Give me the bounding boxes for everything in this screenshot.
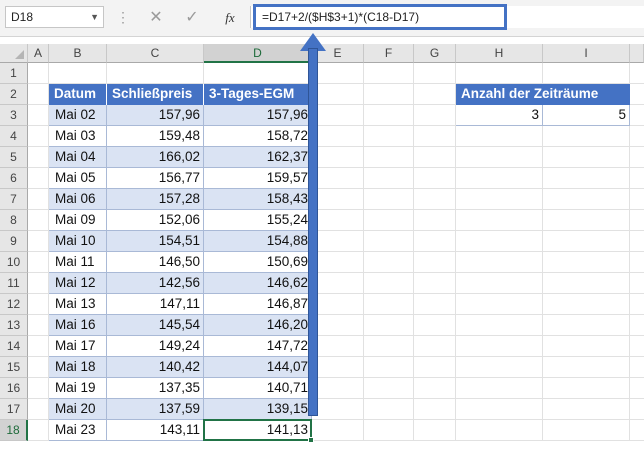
table-header-schliesspreis[interactable]: Schließpreis bbox=[107, 84, 204, 105]
table-cell[interactable]: Mai 17 bbox=[49, 336, 107, 357]
enter-icon[interactable]: ✓ bbox=[182, 8, 202, 28]
table-cell[interactable]: 142,56 bbox=[107, 273, 204, 294]
row-header-11[interactable]: 11 bbox=[0, 273, 28, 294]
table-cell[interactable]: 156,77 bbox=[107, 168, 204, 189]
formula-highlight-box bbox=[253, 4, 507, 30]
drag-handle-icon[interactable]: ⋮ bbox=[116, 8, 130, 26]
table-cell[interactable]: Mai 18 bbox=[49, 357, 107, 378]
table-cell[interactable]: Mai 04 bbox=[49, 147, 107, 168]
formula-bar: D18 ▼ ⋮ ✕ ✓ fx =D17+2/($H$3+1)*(C18-D17) bbox=[0, 0, 644, 37]
row-header-2[interactable]: 2 bbox=[0, 84, 28, 105]
table-cell[interactable]: 147,11 bbox=[107, 294, 204, 315]
row-header-12[interactable]: 12 bbox=[0, 294, 28, 315]
table-cell[interactable]: Mai 11 bbox=[49, 252, 107, 273]
row-header-4[interactable]: 4 bbox=[0, 126, 28, 147]
column-header-f[interactable]: F bbox=[364, 44, 414, 63]
cancel-icon[interactable]: ✕ bbox=[146, 8, 166, 28]
gridline-column bbox=[413, 63, 414, 441]
table-cell[interactable]: 146,20 bbox=[204, 315, 312, 336]
selected-cell-outline[interactable] bbox=[203, 419, 312, 441]
table-cell[interactable]: 152,06 bbox=[107, 210, 204, 231]
column-header-i[interactable]: I bbox=[543, 44, 630, 63]
row-header-9[interactable]: 9 bbox=[0, 231, 28, 252]
table-cell[interactable]: 139,15 bbox=[204, 399, 312, 420]
table-cell[interactable]: 144,07 bbox=[204, 357, 312, 378]
row-header-16[interactable]: 16 bbox=[0, 378, 28, 399]
periods-cell-h3[interactable]: 3 bbox=[456, 105, 543, 126]
column-header-g[interactable]: G bbox=[414, 44, 456, 63]
table-cell[interactable]: 157,96 bbox=[107, 105, 204, 126]
chevron-down-icon[interactable]: ▼ bbox=[90, 7, 99, 27]
row-header-13[interactable]: 13 bbox=[0, 315, 28, 336]
table-cell[interactable]: 146,87 bbox=[204, 294, 312, 315]
table-cell[interactable]: Mai 09 bbox=[49, 210, 107, 231]
name-box[interactable]: D18 ▼ bbox=[5, 6, 104, 28]
table-cell[interactable]: 149,24 bbox=[107, 336, 204, 357]
table-cell[interactable]: 137,35 bbox=[107, 378, 204, 399]
gridline-column bbox=[363, 63, 364, 441]
periods-cell-i3[interactable]: 5 bbox=[543, 105, 630, 126]
table-header-ema[interactable]: 3-Tages-EGM bbox=[204, 84, 312, 105]
table-cell[interactable]: 159,57 bbox=[204, 168, 312, 189]
row-header-6[interactable]: 6 bbox=[0, 168, 28, 189]
column-header-d[interactable]: D bbox=[204, 44, 312, 63]
name-box-value: D18 bbox=[11, 10, 34, 24]
table-cell[interactable]: 154,51 bbox=[107, 231, 204, 252]
row-header-18[interactable]: 18 bbox=[0, 420, 28, 441]
table-cell[interactable]: 150,69 bbox=[204, 252, 312, 273]
row-header-7[interactable]: 7 bbox=[0, 189, 28, 210]
row-header-15[interactable]: 15 bbox=[0, 357, 28, 378]
table-cell[interactable]: Mai 16 bbox=[49, 315, 107, 336]
table-cell[interactable]: 157,28 bbox=[107, 189, 204, 210]
column-header-filler bbox=[630, 44, 644, 63]
fill-handle[interactable] bbox=[308, 437, 314, 443]
table-cell[interactable]: 140,71 bbox=[204, 378, 312, 399]
table-cell[interactable]: 146,62 bbox=[204, 273, 312, 294]
table-cell[interactable]: 154,88 bbox=[204, 231, 312, 252]
table-cell[interactable]: 145,54 bbox=[107, 315, 204, 336]
table-cell[interactable]: Mai 13 bbox=[49, 294, 107, 315]
row-header-17[interactable]: 17 bbox=[0, 399, 28, 420]
table-cell[interactable]: 155,24 bbox=[204, 210, 312, 231]
insert-function-button[interactable]: fx bbox=[218, 8, 242, 28]
table-cell[interactable]: 166,02 bbox=[107, 147, 204, 168]
table-cell[interactable]: 147,72 bbox=[204, 336, 312, 357]
row-header-14[interactable]: 14 bbox=[0, 336, 28, 357]
column-header-c[interactable]: C bbox=[107, 44, 204, 63]
table-cell[interactable]: Mai 23 bbox=[49, 420, 107, 441]
row-header-5[interactable]: 5 bbox=[0, 147, 28, 168]
row-header-1[interactable]: 1 bbox=[0, 63, 28, 84]
table-cell[interactable]: 140,42 bbox=[107, 357, 204, 378]
select-all-corner[interactable] bbox=[0, 44, 28, 63]
table-cell[interactable]: 143,11 bbox=[107, 420, 204, 441]
table-cell[interactable]: 157,96 bbox=[204, 105, 312, 126]
table-cell[interactable]: Mai 06 bbox=[49, 189, 107, 210]
table-cell[interactable]: 158,72 bbox=[204, 126, 312, 147]
table-cell[interactable]: 158,43 bbox=[204, 189, 312, 210]
column-header-b[interactable]: B bbox=[49, 44, 107, 63]
row-header-10[interactable]: 10 bbox=[0, 252, 28, 273]
table-cell[interactable]: 162,37 bbox=[204, 147, 312, 168]
row-header-8[interactable]: 8 bbox=[0, 210, 28, 231]
select-all-icon bbox=[15, 50, 24, 59]
column-header-h[interactable]: H bbox=[456, 44, 543, 63]
periods-header[interactable]: Anzahl der Zeiträume bbox=[456, 84, 630, 105]
table-cell[interactable]: Mai 19 bbox=[49, 378, 107, 399]
table-cell[interactable]: 137,59 bbox=[107, 399, 204, 420]
table-header-datum[interactable]: Datum bbox=[49, 84, 107, 105]
table-cell[interactable]: Mai 02 bbox=[49, 105, 107, 126]
column-header-a[interactable]: A bbox=[28, 44, 49, 63]
table-cell[interactable]: Mai 12 bbox=[49, 273, 107, 294]
row-header-3[interactable]: 3 bbox=[0, 105, 28, 126]
table-cell[interactable]: 146,50 bbox=[107, 252, 204, 273]
table-cell[interactable]: Mai 05 bbox=[49, 168, 107, 189]
table-cell[interactable]: Mai 03 bbox=[49, 126, 107, 147]
table-cell[interactable]: Mai 10 bbox=[49, 231, 107, 252]
table-cell[interactable]: 159,48 bbox=[107, 126, 204, 147]
table-cell[interactable]: Mai 20 bbox=[49, 399, 107, 420]
annotation-arrow-shaft bbox=[308, 48, 318, 416]
